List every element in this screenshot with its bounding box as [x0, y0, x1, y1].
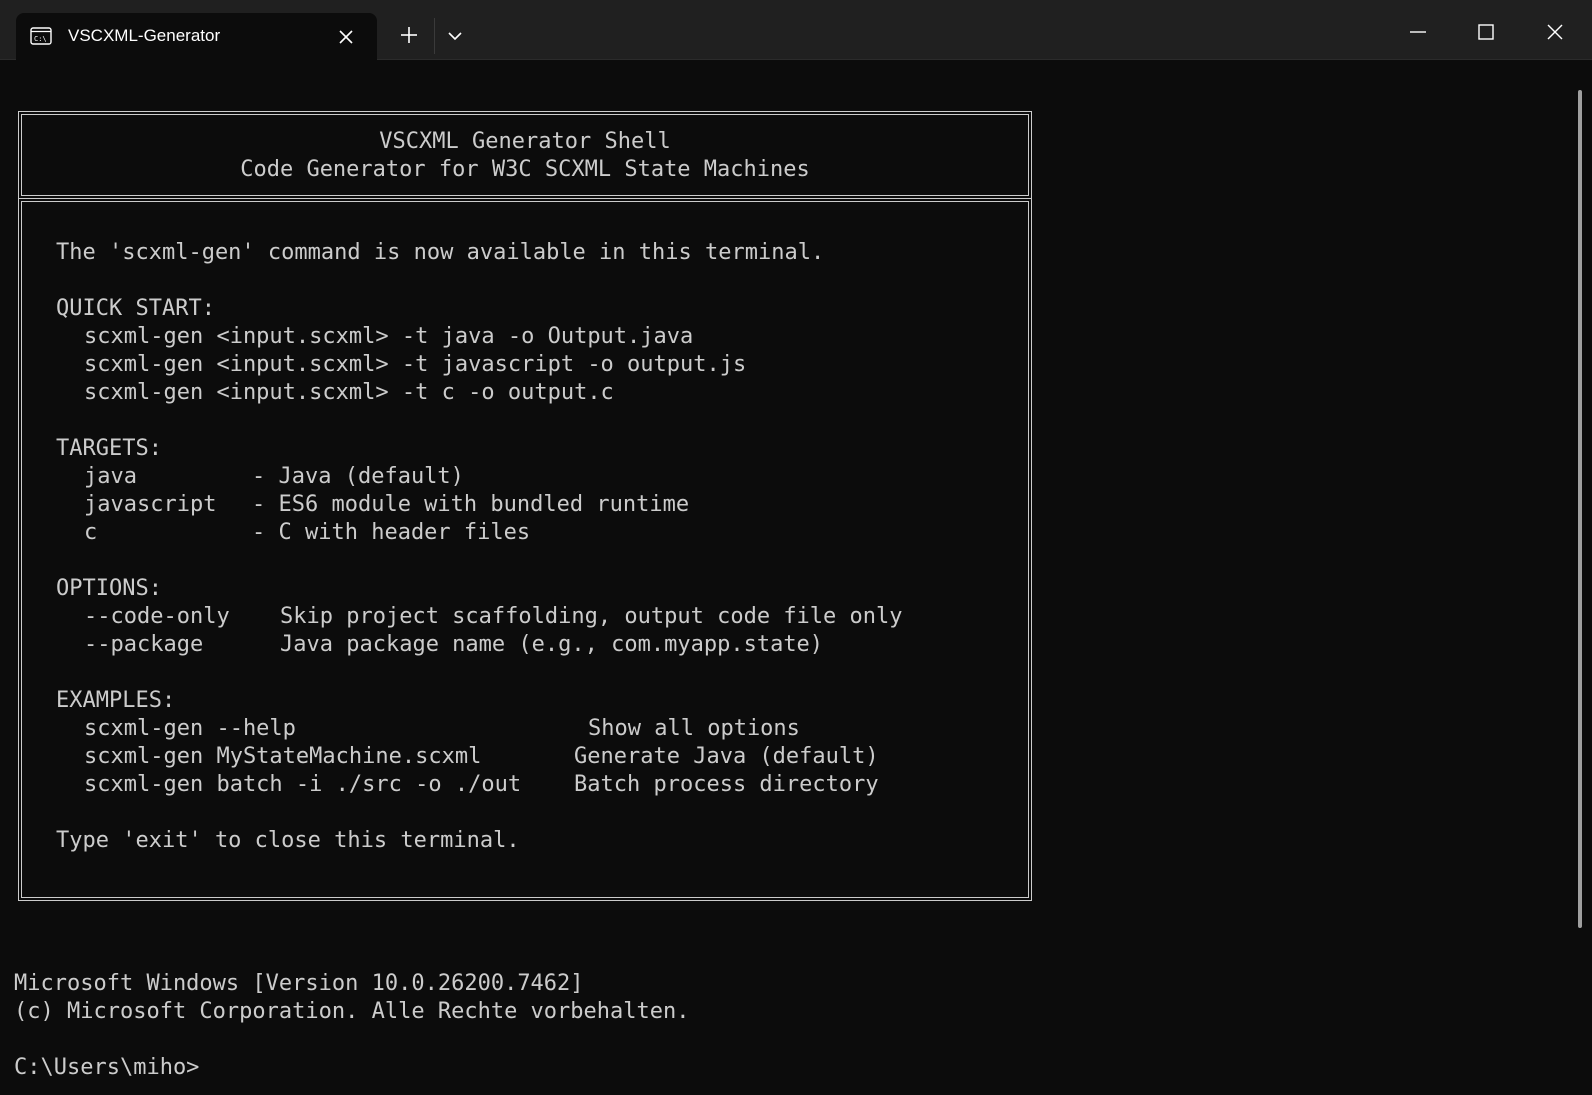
svg-text:C:\: C:\ [34, 35, 47, 43]
terminal-icon: C:\ [30, 27, 52, 45]
option-desc: Skip project scaffolding, output code fi… [280, 604, 903, 629]
option-name: --code-only [84, 604, 230, 629]
banner-subtitle: Code Generator for W3C SCXML State Machi… [240, 157, 810, 182]
tab-title: VSCXML-Generator [68, 26, 221, 45]
quick-start-line: scxml-gen <input.scxml> -t java -o Outpu… [84, 324, 694, 349]
example-cmd: scxml-gen --help [84, 716, 296, 741]
outro-line: Type 'exit' to close this terminal. [56, 828, 520, 853]
copyright-line: (c) Microsoft Corporation. Alle Rechte v… [14, 999, 690, 1024]
examples-heading: EXAMPLES: [56, 688, 176, 713]
terminal-window: C:\ VSCXML-Generator VSCXML Generator Sh… [0, 0, 1592, 1095]
targets-heading: TARGETS: [56, 436, 162, 461]
intro-line: The 'scxml-gen' command is now available… [56, 240, 825, 265]
quick-start-line: scxml-gen <input.scxml> -t c -o output.c [84, 380, 614, 405]
option-desc: Java package name (e.g., com.myapp.state… [280, 632, 824, 657]
target-desc: - Java (default) [252, 464, 464, 489]
options-heading: OPTIONS: [56, 576, 162, 601]
example-desc: Show all options [588, 716, 800, 741]
example-desc: Batch process directory [574, 772, 879, 797]
example-cmd: scxml-gen batch -i ./src -o ./out [84, 772, 522, 797]
vertical-scrollbar[interactable] [1578, 90, 1582, 928]
example-desc: Generate Java (default) [574, 744, 879, 769]
target-desc: - ES6 module with bundled runtime [252, 492, 690, 517]
close-icon[interactable] [1541, 18, 1569, 46]
tab-vscxml-generator[interactable]: C:\ VSCXML-Generator [16, 13, 377, 60]
command-prompt[interactable]: C:\Users\miho> [14, 1054, 199, 1082]
target-name: javascript [84, 492, 217, 517]
quick-start-line: scxml-gen <input.scxml> -t javascript -o… [84, 352, 747, 377]
maximize-icon[interactable] [1472, 18, 1500, 46]
minimize-icon[interactable] [1404, 18, 1432, 46]
target-name: c [84, 520, 98, 545]
plus-icon[interactable] [397, 23, 421, 47]
target-name: java [84, 464, 137, 489]
banner-title: VSCXML Generator Shell [379, 129, 671, 154]
chevron-down-icon[interactable] [445, 24, 465, 48]
windows-version-line: Microsoft Windows [Version 10.0.26200.74… [14, 971, 584, 996]
quick-start-heading: QUICK START: [56, 296, 215, 321]
close-icon[interactable] [334, 25, 358, 49]
tab-separator [434, 18, 435, 54]
option-name: --package [84, 632, 204, 657]
title-bar: C:\ VSCXML-Generator [0, 0, 1592, 60]
target-desc: - C with header files [252, 520, 531, 545]
example-cmd: scxml-gen MyStateMachine.scxml [84, 744, 482, 769]
